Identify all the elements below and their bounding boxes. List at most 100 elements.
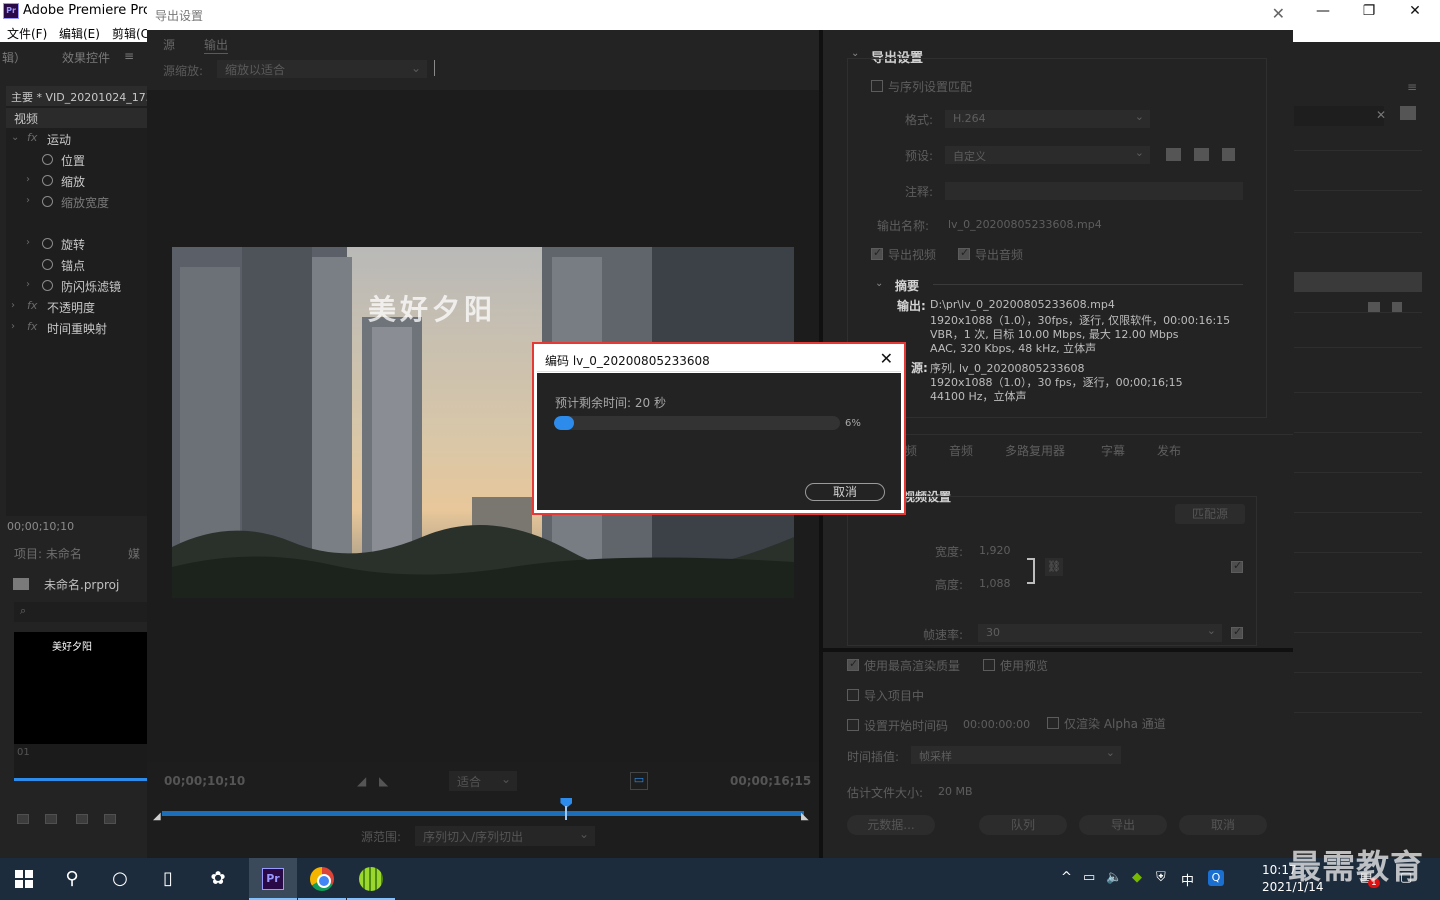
link-icon[interactable]: ⛓ [1045, 558, 1063, 576]
source-range-select[interactable]: 序列切入/序列切出 ⌄ [415, 826, 595, 846]
menu-edit[interactable]: 编辑(E) [59, 25, 100, 42]
height-value[interactable]: 1,088 [979, 577, 1011, 590]
set-in-point-icon[interactable]: ◢ [357, 774, 366, 788]
comment-input[interactable] [945, 182, 1243, 200]
match-source-button[interactable]: 匹配源 [1175, 504, 1245, 524]
panel-menu-icon[interactable]: ≡ [1407, 80, 1417, 94]
chevron-right-icon[interactable]: › [26, 195, 30, 206]
panel-menu-icon[interactable]: ≡ [124, 49, 134, 63]
tab-video[interactable]: 频 [905, 442, 917, 459]
task-view-icon[interactable]: ▯ [144, 858, 192, 900]
freeform-view-icon[interactable] [104, 814, 116, 824]
taskbar-ball-app-icon[interactable] [347, 858, 395, 900]
start-timecode-value[interactable]: 00:00:00:00 [963, 718, 1030, 731]
width-value[interactable]: 1,920 [979, 544, 1011, 557]
export-audio-checkbox[interactable] [958, 246, 970, 260]
time-interpolation-select[interactable]: 帧采样 ⌄ [911, 746, 1121, 764]
tab-project[interactable]: 项目: 未命名 [14, 545, 82, 562]
search-icon[interactable]: ⚲ [48, 858, 96, 900]
tab-effect-controls[interactable]: 效果控件 [62, 49, 110, 66]
tab-output[interactable]: 输出 [204, 36, 229, 54]
export-button[interactable]: 导出 [1079, 815, 1167, 835]
qq-icon[interactable]: Q [1208, 870, 1224, 886]
tab-publish[interactable]: 发布 [1157, 442, 1181, 459]
minimize-icon[interactable]: — [1300, 0, 1346, 22]
fx-row-video[interactable]: 视频 [6, 108, 147, 128]
max-render-quality-checkbox[interactable] [847, 657, 859, 671]
export-video-checkbox[interactable] [871, 246, 883, 260]
save-preset-icon[interactable] [1166, 148, 1181, 161]
frame-rate-select[interactable]: 30 ⌄ [978, 624, 1222, 642]
tab-audio[interactable]: 音频 [949, 442, 973, 459]
frame-rate-override-checkbox[interactable] [1231, 625, 1243, 639]
fx-row-anchor[interactable]: 锚点 [6, 255, 147, 275]
format-select[interactable]: H.264 ⌄ [945, 110, 1150, 128]
selected-row[interactable] [1294, 272, 1422, 292]
chevron-right-icon[interactable]: › [26, 237, 30, 248]
import-into-project-checkbox[interactable] [847, 689, 859, 701]
match-sequence-checkbox[interactable] [871, 80, 883, 92]
stopwatch-icon[interactable] [42, 259, 53, 270]
tab-partial[interactable]: 辑） [2, 49, 26, 66]
source-range-track[interactable] [162, 811, 804, 816]
fit-select[interactable]: 适合 ⌄ [449, 771, 517, 791]
list-view-icon[interactable] [45, 814, 57, 824]
range-end-handle-icon[interactable]: ◣ [801, 811, 809, 822]
output-name-link[interactable]: lv_0_20200805233608.mp4 [948, 218, 1102, 231]
fx-row-anti-flicker[interactable]: › 防闪烁滤镜 [6, 276, 147, 296]
chevron-down-icon[interactable]: ⌄ [11, 132, 19, 143]
close-icon[interactable]: ✕ [880, 349, 893, 368]
fx-row-scale[interactable]: › 缩放 [6, 171, 147, 191]
preset-select[interactable]: 自定义 ⌄ [945, 146, 1150, 164]
stopwatch-icon[interactable] [42, 280, 53, 291]
ime-indicator[interactable]: 中 [1181, 870, 1194, 889]
clear-icon[interactable]: ✕ [1376, 108, 1386, 122]
volume-icon[interactable]: 🔈 [1106, 870, 1122, 885]
chevron-down-icon[interactable]: ⌄ [875, 278, 883, 289]
fx-row-rotation[interactable]: › 旋转 [6, 234, 147, 254]
set-out-point-icon[interactable]: ◣ [379, 774, 388, 788]
close-icon[interactable]: ✕ [1272, 4, 1285, 23]
lock-icon[interactable] [17, 814, 29, 824]
restore-icon[interactable]: ❐ [1346, 0, 1392, 22]
sequence-thumbnail[interactable]: 美好夕阳 [14, 632, 147, 744]
fx-row-opacity[interactable]: › fx 不透明度 [6, 297, 147, 317]
start-icon[interactable] [0, 858, 48, 900]
source-scaling-select[interactable]: 缩放以适合 ⌄ [217, 60, 427, 78]
close-icon[interactable]: ✕ [1392, 0, 1438, 22]
tab-captions[interactable]: 字幕 [1101, 442, 1125, 459]
new-bin-icon[interactable] [1400, 106, 1416, 120]
range-start-handle-icon[interactable]: ◢ [153, 811, 161, 822]
nvidia-icon[interactable]: ◆ [1132, 870, 1142, 885]
aspect-ratio-icon[interactable]: ▭ [630, 772, 648, 790]
network-icon[interactable]: ▭ [1083, 870, 1095, 885]
fx-row-scale-width[interactable]: › 缩放宽度 [6, 192, 147, 212]
tab-multiplexer[interactable]: 多路复用器 [1005, 442, 1065, 459]
chevron-right-icon[interactable]: › [26, 279, 30, 290]
chevron-right-icon[interactable]: › [11, 321, 15, 332]
metadata-button[interactable]: 元数据... [847, 815, 935, 835]
queue-button[interactable]: 队列 [979, 815, 1067, 835]
taskbar-premiere-icon[interactable]: Pr [249, 858, 297, 900]
render-alpha-checkbox[interactable] [1047, 717, 1059, 729]
chevron-right-icon[interactable]: › [11, 300, 15, 311]
cortana-icon[interactable]: ○ [96, 858, 144, 900]
stopwatch-icon[interactable] [42, 175, 53, 186]
security-icon[interactable]: ⛨ [1156, 870, 1166, 885]
use-previews-checkbox[interactable] [983, 659, 995, 671]
menu-clip[interactable]: 剪辑(C [112, 25, 149, 42]
cancel-encoding-button[interactable]: 取消 [805, 483, 885, 501]
menu-file[interactable]: 文件(F) [7, 25, 47, 42]
project-search-input[interactable]: ⌕ [14, 602, 147, 622]
fx-row-time-remap[interactable]: › fx 时间重映射 [6, 318, 147, 338]
tab-media[interactable]: 媒 [128, 545, 140, 562]
show-hidden-icons-icon[interactable]: ^ [1061, 870, 1072, 885]
fx-row-position[interactable]: 位置 [6, 150, 147, 170]
chevron-right-icon[interactable]: › [26, 174, 30, 185]
delete-preset-icon[interactable] [1222, 148, 1235, 161]
set-start-timecode-checkbox[interactable] [847, 719, 859, 731]
fx-row-motion[interactable]: ⌄ fx 运动 [6, 129, 147, 149]
width-override-checkbox[interactable] [1231, 559, 1243, 573]
stopwatch-icon[interactable] [42, 196, 53, 207]
tab-source[interactable]: 源 [163, 36, 175, 53]
